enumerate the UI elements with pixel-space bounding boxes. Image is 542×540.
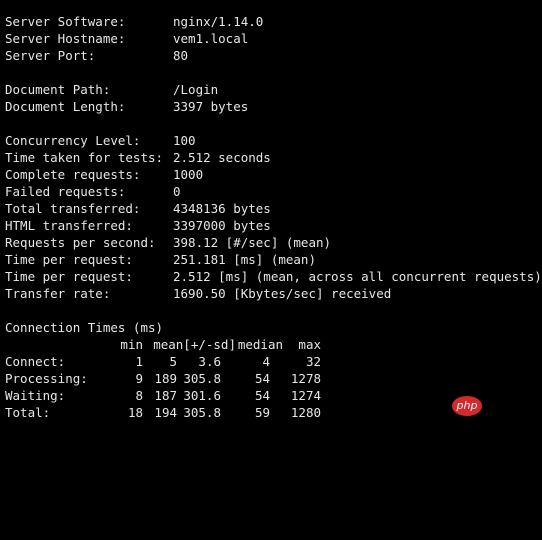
result-label: Time per request: bbox=[5, 269, 133, 284]
cell-max: 32 bbox=[305, 354, 321, 369]
cell-median: 59 bbox=[254, 405, 270, 420]
cell-mean: 194 bbox=[154, 405, 177, 420]
result-value: 1690.50 [Kbytes/sec] received bbox=[173, 286, 392, 301]
result-label: Time per request: bbox=[5, 252, 133, 267]
result-line: Failed requests: 0 bbox=[5, 183, 181, 200]
result-value: 3397000 bytes bbox=[173, 218, 271, 233]
php-watermark-logo: php bbox=[452, 396, 482, 416]
result-value: 2.512 seconds bbox=[173, 150, 271, 165]
result-value: 251.181 [ms] (mean) bbox=[173, 252, 316, 267]
connection-times-row: Total: 18 194 305.8 59 1280 bbox=[5, 404, 325, 421]
cell-min: 1 bbox=[135, 354, 143, 369]
row-label: Processing: bbox=[5, 371, 88, 386]
cell-max: 1280 bbox=[290, 405, 321, 420]
header-mean-sd: mean[+/-sd] bbox=[153, 337, 236, 352]
row-label: Waiting: bbox=[5, 388, 66, 403]
row-label: Connect: bbox=[5, 354, 66, 369]
result-value: 3397 bytes bbox=[173, 99, 249, 114]
cell-median: 54 bbox=[254, 388, 270, 403]
header-max: max bbox=[298, 337, 321, 352]
result-value: 4348136 bytes bbox=[173, 201, 271, 216]
row-label: Total: bbox=[5, 405, 51, 420]
result-value: 398.12 [#/sec] (mean) bbox=[173, 235, 332, 250]
cell-median: 54 bbox=[254, 371, 270, 386]
header-min: min bbox=[120, 337, 143, 352]
result-line: Server Hostname: vem1.local bbox=[5, 30, 248, 47]
result-line: Transfer rate: 1690.50 [Kbytes/sec] rece… bbox=[5, 285, 391, 302]
result-value: 100 bbox=[173, 133, 196, 148]
cell-min: 9 bbox=[135, 371, 143, 386]
result-value: 2.512 [ms] (mean, across all concurrent … bbox=[173, 269, 542, 284]
result-line: Requests per second: 398.12 [#/sec] (mea… bbox=[5, 234, 331, 251]
result-label: HTML transferred: bbox=[5, 218, 133, 233]
cell-max: 1274 bbox=[290, 388, 321, 403]
result-label: Server Hostname: bbox=[5, 31, 126, 46]
result-line: Total transferred: 4348136 bytes bbox=[5, 200, 271, 217]
cell-median: 4 bbox=[262, 354, 270, 369]
result-line: Document Path: /Login bbox=[5, 81, 218, 98]
result-line: Server Software: nginx/1.14.0 bbox=[5, 13, 263, 30]
cell-sd: 3.6 bbox=[198, 354, 221, 369]
result-label: Failed requests: bbox=[5, 184, 126, 199]
result-line: Time per request: 2.512 [ms] (mean, acro… bbox=[5, 268, 542, 285]
result-label: Time taken for tests: bbox=[5, 150, 164, 165]
cell-sd: 305.8 bbox=[183, 405, 221, 420]
result-value: 0 bbox=[173, 184, 181, 199]
result-label: Document Path: bbox=[5, 82, 111, 97]
cell-mean: 5 bbox=[169, 354, 177, 369]
result-value: vem1.local bbox=[173, 31, 249, 46]
connection-times-row: Connect: 1 5 3.6 4 32 bbox=[5, 353, 325, 370]
cell-max: 1278 bbox=[290, 371, 321, 386]
result-line: Server Port: 80 bbox=[5, 47, 188, 64]
result-line: Document Length: 3397 bytes bbox=[5, 98, 248, 115]
result-value: 80 bbox=[173, 48, 189, 63]
connection-times-row: Processing: 9 189 305.8 54 1278 bbox=[5, 370, 325, 387]
result-label: Server Software: bbox=[5, 14, 126, 29]
header-median: median bbox=[237, 337, 283, 352]
cell-sd: 305.8 bbox=[183, 371, 221, 386]
result-label: Document Length: bbox=[5, 99, 126, 114]
cell-mean: 189 bbox=[154, 371, 177, 386]
result-line: HTML transferred: 3397000 bytes bbox=[5, 217, 271, 234]
connection-times-row: Waiting: 8 187 301.6 54 1274 bbox=[5, 387, 325, 404]
result-label: Transfer rate: bbox=[5, 286, 111, 301]
cell-mean: 187 bbox=[154, 388, 177, 403]
result-label: Total transferred: bbox=[5, 201, 141, 216]
result-line: Time per request: 251.181 [ms] (mean) bbox=[5, 251, 316, 268]
result-label: Requests per second: bbox=[5, 235, 156, 250]
result-line: Complete requests: 1000 bbox=[5, 166, 203, 183]
result-value: 1000 bbox=[173, 167, 204, 182]
connection-times-title: Connection Times (ms) bbox=[5, 320, 164, 335]
result-line: Time taken for tests: 2.512 seconds bbox=[5, 149, 271, 166]
result-label: Server Port: bbox=[5, 48, 96, 63]
cell-min: 8 bbox=[135, 388, 143, 403]
result-label: Complete requests: bbox=[5, 167, 141, 182]
terminal-window: Server Software: nginx/1.14.0 Server Hos… bbox=[0, 0, 542, 428]
result-value: /Login bbox=[173, 82, 219, 97]
result-label: Concurrency Level: bbox=[5, 133, 141, 148]
cell-min: 18 bbox=[127, 405, 143, 420]
cell-sd: 301.6 bbox=[183, 388, 221, 403]
connection-times-header: min mean[+/-sd] median max bbox=[5, 336, 325, 353]
result-line: Concurrency Level: 100 bbox=[5, 132, 196, 149]
result-value: nginx/1.14.0 bbox=[173, 14, 264, 29]
